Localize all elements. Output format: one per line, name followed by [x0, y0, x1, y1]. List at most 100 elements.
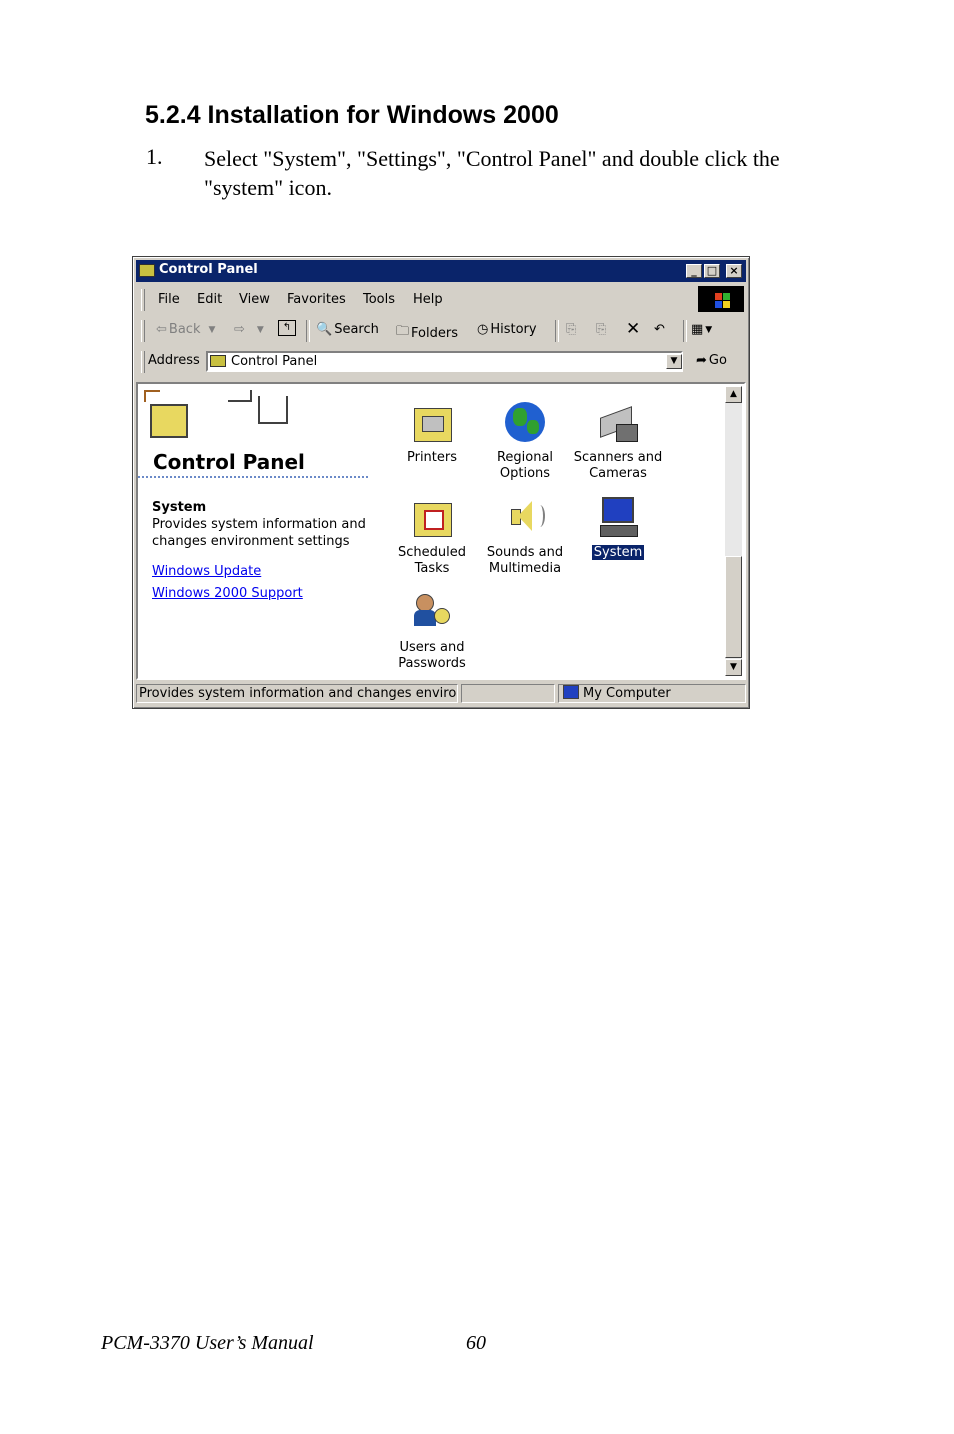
sidebar-rule — [138, 476, 368, 478]
folders-icon: 🗀 — [396, 324, 410, 339]
control-panel-small-icon — [210, 355, 226, 367]
maximize-button[interactable]: □ — [704, 264, 720, 278]
control-panel-banner-graphic — [144, 390, 288, 446]
sounds-multimedia-label: Sounds and Multimedia — [486, 545, 564, 576]
toolbar-separator — [555, 320, 559, 342]
address-grip[interactable] — [141, 351, 145, 373]
dropdown-arrow-icon: ▼ — [208, 324, 216, 335]
windows-update-link[interactable]: Windows Update — [152, 564, 261, 579]
toolbar-grip[interactable] — [141, 320, 145, 342]
printers-item[interactable]: Printers — [384, 402, 480, 466]
corner-mark-icon — [258, 396, 288, 424]
views-grid-icon: ▦ — [691, 322, 704, 337]
scheduled-tasks-folder-icon — [412, 497, 452, 539]
address-label: Address — [148, 353, 200, 368]
menu-help[interactable]: Help — [413, 292, 443, 307]
folders-button[interactable]: 🗀 Folders — [396, 322, 458, 344]
computer-icon — [598, 497, 638, 539]
delete-button[interactable]: ✕ — [626, 319, 640, 339]
control-panel-window: Control Panel _ □ × File Edit View Favor… — [132, 256, 750, 709]
delete-x-icon: ✕ — [626, 319, 641, 339]
section-heading: 5.2.4 Installation for Windows 2000 — [145, 101, 559, 129]
step-text-line-2: "system" icon. — [204, 175, 332, 200]
menu-edit[interactable]: Edit — [197, 292, 222, 307]
history-button[interactable]: ◷ History — [477, 322, 537, 337]
undo-icon: ↶ — [654, 322, 665, 337]
back-label: Back — [168, 322, 201, 337]
forward-dropdown-icon: ▼ — [256, 324, 264, 335]
vertical-scrollbar[interactable]: ▲ ▼ — [725, 386, 742, 676]
copy-to-icon: ⎘ — [596, 322, 607, 337]
copy-to-button[interactable]: ⎘ — [596, 322, 606, 337]
views-button[interactable]: ▦ ▼ — [691, 322, 712, 337]
move-to-icon: ⎘ — [566, 322, 577, 337]
step-text: Select "System", "Settings", "Control Pa… — [204, 144, 854, 202]
status-zone-panel: My Computer — [558, 684, 746, 703]
title-bar[interactable]: Control Panel _ □ × — [136, 260, 746, 282]
arrow-down-icon: ▼ — [730, 662, 737, 672]
go-arrow-icon: ➦ — [696, 353, 707, 368]
undo-button[interactable]: ↶ — [654, 322, 665, 337]
windows-2000-support-link[interactable]: Windows 2000 Support — [152, 586, 303, 601]
window-title: Control Panel — [159, 262, 258, 277]
search-button[interactable]: 🔍 Search — [316, 322, 379, 337]
status-zone-label: My Computer — [583, 686, 671, 701]
users-keys-icon — [412, 592, 452, 634]
standard-toolbar: ⇦ Back ▼ ⇨ ▼ ↰ 🔍 Search 🗀 Folders ◷ Hist… — [136, 316, 746, 345]
scroll-thumb[interactable] — [725, 556, 742, 658]
scheduled-tasks-label: Scheduled Tasks — [398, 545, 466, 576]
system-item[interactable]: System — [570, 497, 666, 561]
up-folder-icon: ↰ — [278, 320, 296, 336]
address-dropdown-button[interactable]: ▼ — [666, 354, 682, 369]
back-arrow-icon: ⇦ — [156, 322, 167, 337]
up-folder-button[interactable]: ↰ — [278, 320, 296, 336]
minimize-button[interactable]: _ — [686, 264, 702, 278]
sounds-multimedia-item[interactable]: Sounds and Multimedia — [477, 497, 573, 577]
status-text: Provides system information and changes … — [136, 684, 458, 703]
step-text-line-1: Select "System", "Settings", "Control Pa… — [204, 146, 780, 171]
scanners-cameras-label: Scanners and Cameras — [573, 450, 663, 481]
menu-bar: File Edit View Favorites Tools Help — [136, 285, 746, 314]
move-to-button[interactable]: ⎘ — [566, 322, 576, 337]
my-computer-icon — [563, 685, 579, 699]
forward-button[interactable]: ⇨ ▼ — [234, 322, 264, 337]
speaker-icon — [505, 497, 545, 539]
toolbar-separator — [683, 320, 687, 342]
menu-tools[interactable]: Tools — [363, 292, 395, 307]
footer-page-number: 60 — [466, 1332, 486, 1354]
address-bar: Address Control Panel ▼ ➦ Go — [136, 347, 746, 376]
regional-options-item[interactable]: Regional Options — [477, 402, 573, 482]
status-bar: Provides system information and changes … — [136, 683, 746, 705]
users-passwords-item[interactable]: Users and Passwords — [384, 592, 480, 672]
menu-grip[interactable] — [141, 289, 145, 311]
scanners-cameras-item[interactable]: Scanners and Cameras — [570, 402, 666, 482]
scanner-camera-icon — [598, 402, 638, 444]
scroll-up-button[interactable]: ▲ — [725, 386, 742, 403]
history-label: History — [490, 322, 537, 337]
regional-options-label: Regional Options — [496, 450, 554, 481]
arrow-up-icon: ▲ — [730, 389, 737, 399]
back-button[interactable]: ⇦ Back ▼ — [156, 322, 215, 337]
chevron-down-icon: ▼ — [670, 356, 678, 366]
users-passwords-label: Users and Passwords — [398, 640, 466, 671]
footer-manual-title: PCM-3370 User’s Manual — [101, 1332, 314, 1354]
search-label: Search — [334, 322, 379, 337]
menu-file[interactable]: File — [158, 292, 180, 307]
sidebar-title: Control Panel — [153, 450, 305, 474]
address-value: Control Panel — [231, 354, 318, 369]
folders-label: Folders — [411, 325, 458, 341]
selected-item-name: System — [152, 500, 207, 515]
menu-view[interactable]: View — [239, 292, 270, 307]
address-field[interactable]: Control Panel ▼ — [206, 351, 683, 372]
scheduled-tasks-item[interactable]: Scheduled Tasks — [384, 497, 480, 577]
go-label: Go — [708, 353, 727, 368]
scroll-down-button[interactable]: ▼ — [725, 659, 742, 676]
corner-mark-icon — [144, 390, 160, 402]
selected-item-description: Provides system information and changes … — [152, 517, 366, 549]
search-icon: 🔍 — [316, 322, 333, 337]
menu-favorites[interactable]: Favorites — [287, 292, 346, 307]
step-number: 1. — [146, 144, 163, 169]
close-button[interactable]: × — [726, 264, 742, 278]
go-button[interactable]: ➦ Go — [696, 353, 727, 368]
printer-folder-icon — [412, 402, 452, 444]
